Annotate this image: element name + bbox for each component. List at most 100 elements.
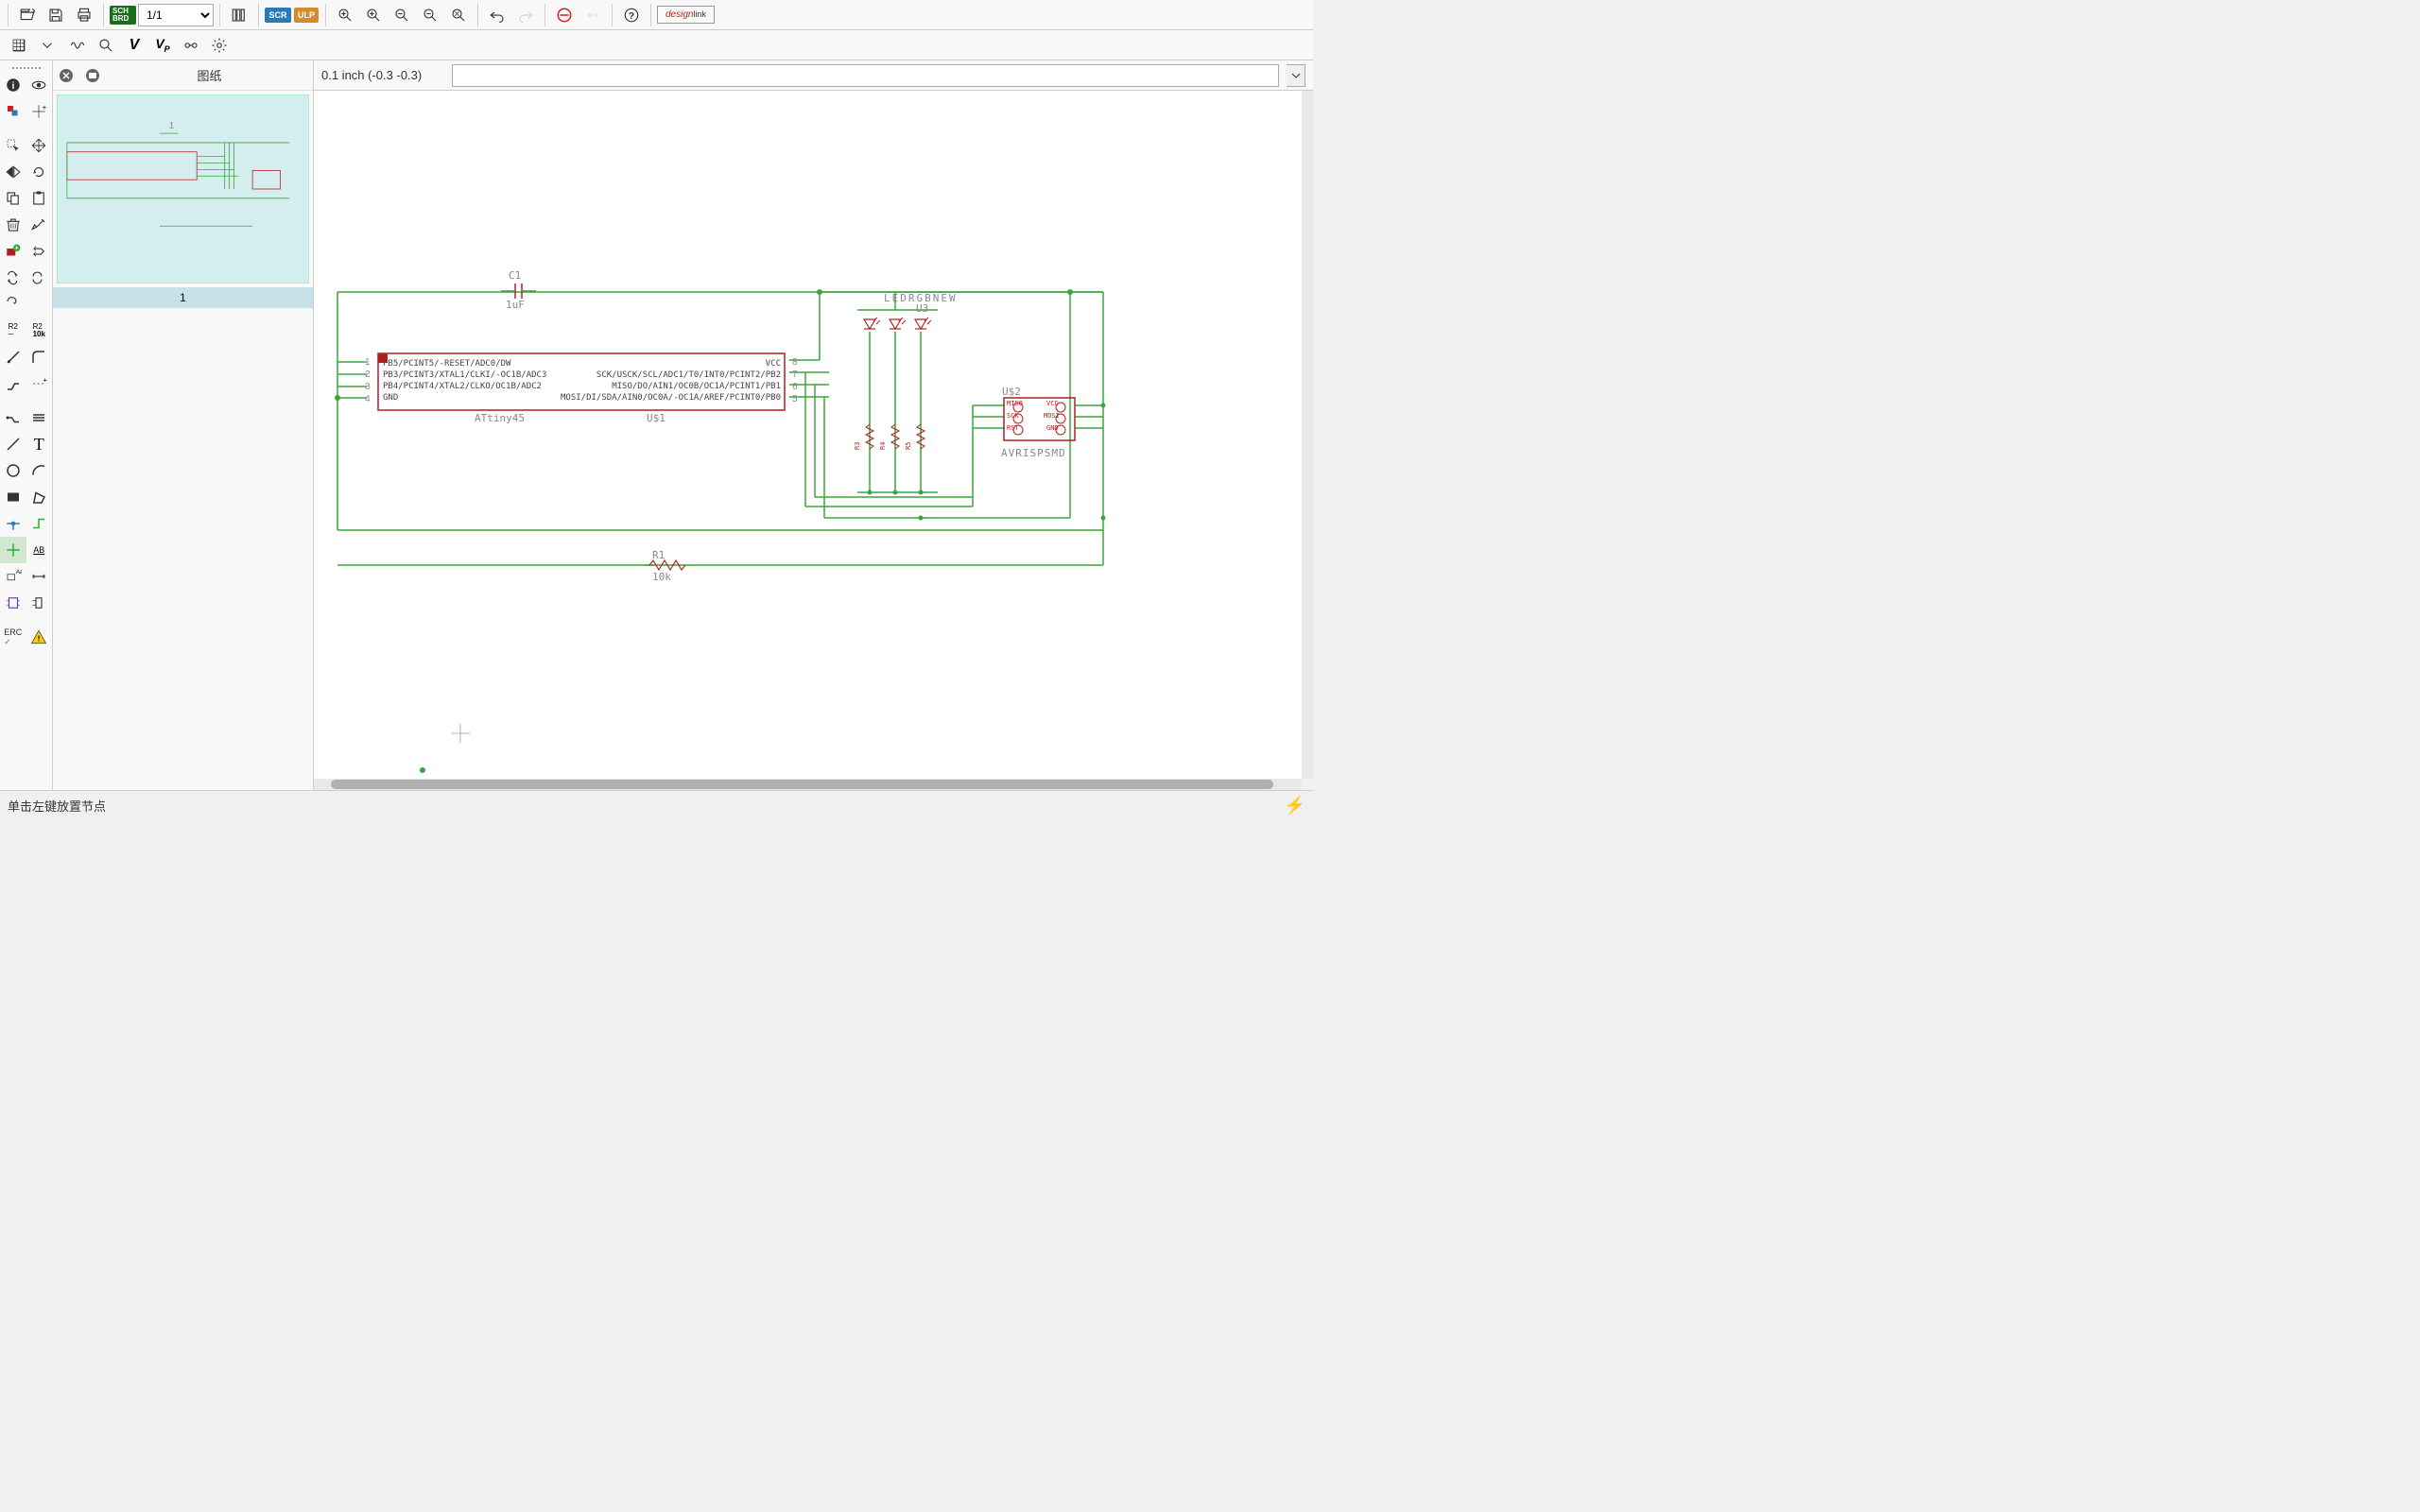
layer-tool[interactable]	[0, 98, 26, 125]
svg-text:7: 7	[792, 369, 798, 380]
zoom-fit-button[interactable]	[332, 2, 358, 28]
open-button[interactable]	[14, 2, 41, 28]
vp-button[interactable]: VP	[149, 32, 176, 59]
svg-text:PB3/PCINT3/XTAL1/CLKI/-OC1B/AD: PB3/PCINT3/XTAL1/CLKI/-OC1B/ADC3	[383, 370, 546, 380]
component-c1[interactable]: C1 1uF	[501, 269, 536, 311]
sheet-page-select[interactable]: 1/1	[138, 4, 214, 26]
stop-button[interactable]	[551, 2, 578, 28]
text-tool[interactable]: T	[26, 431, 53, 457]
command-input[interactable]	[452, 64, 1279, 87]
zoom-select-button[interactable]	[445, 2, 472, 28]
help-button[interactable]: ?	[618, 2, 645, 28]
attribute-tool[interactable]: Aa	[0, 563, 26, 590]
sheet-new-button[interactable]	[81, 64, 104, 87]
show-tool[interactable]	[26, 72, 53, 98]
component-r5[interactable]: R5	[905, 424, 925, 450]
replace-tool[interactable]	[0, 265, 26, 291]
dimension-tool[interactable]	[26, 563, 53, 590]
component-r3[interactable]: R3	[854, 424, 873, 450]
sheet-thumb-label[interactable]: 1	[53, 287, 313, 308]
vertical-scrollbar[interactable]	[1302, 91, 1313, 779]
add-tool[interactable]: +	[0, 238, 26, 265]
svg-text:MISO/DO/AIN1/OC0B/OC1A/PCINT1/: MISO/DO/AIN1/OC0B/OC1A/PCINT1/PB1	[612, 382, 781, 391]
port-tool[interactable]	[26, 590, 53, 616]
paste-tool[interactable]	[26, 185, 53, 212]
svg-text:GND: GND	[383, 393, 398, 403]
optimize-tool[interactable]: +	[26, 370, 53, 397]
library-button[interactable]	[226, 2, 252, 28]
zoom-in-button[interactable]	[360, 2, 387, 28]
pin-tool[interactable]	[0, 537, 26, 563]
schematic-canvas[interactable]: C1 1uF 1 2 3 4 8 7 6 5 PB5/PCINT5/-RESET…	[314, 91, 1302, 779]
component-r4[interactable]: R4	[879, 424, 899, 450]
pinswap-tool[interactable]	[26, 238, 53, 265]
board-switch-button[interactable]: SCH BRD	[110, 2, 136, 28]
grid-button[interactable]	[6, 32, 32, 59]
errors-tool[interactable]: !	[26, 624, 53, 650]
line-tool[interactable]	[0, 431, 26, 457]
sheet-close-button[interactable]	[55, 64, 78, 87]
scr-button[interactable]: SCR	[265, 2, 291, 28]
component-r1[interactable]: R1 10k	[649, 549, 685, 583]
svg-text:+: +	[14, 244, 19, 252]
horizontal-scrollbar[interactable]	[314, 779, 1302, 790]
smash-tool[interactable]	[0, 344, 26, 370]
svg-text:10k: 10k	[652, 571, 671, 583]
move-tool[interactable]	[0, 132, 26, 159]
svg-text:?: ?	[629, 9, 634, 21]
wave-button[interactable]	[64, 32, 91, 59]
svg-text:U3: U3	[916, 302, 928, 315]
settings-button[interactable]	[206, 32, 233, 59]
miter-tool[interactable]	[26, 344, 53, 370]
name-tool[interactable]: R2─	[0, 318, 26, 344]
go-button[interactable]	[579, 2, 606, 28]
config-button[interactable]	[178, 32, 204, 59]
component-ic[interactable]: 1 2 3 4 8 7 6 5 PB5/PCINT5/-RESET/ADC0/D…	[365, 353, 798, 424]
copy-tool[interactable]	[0, 185, 26, 212]
zoom-wave-button[interactable]	[93, 32, 119, 59]
v-button[interactable]: V	[121, 32, 147, 59]
undo-button[interactable]	[484, 2, 510, 28]
zoom-out-button[interactable]	[389, 2, 415, 28]
delete-tool[interactable]	[0, 212, 26, 238]
arc-tool[interactable]	[26, 457, 53, 484]
bus-tool[interactable]	[26, 404, 53, 431]
move-group-tool[interactable]	[26, 132, 53, 159]
ulp-button[interactable]: ULP	[293, 2, 320, 28]
value-tool[interactable]: R210k	[26, 318, 53, 344]
svg-text:6: 6	[792, 382, 798, 392]
rotate-tool[interactable]	[26, 159, 53, 185]
grid-dropdown[interactable]	[34, 32, 60, 59]
junction-tool[interactable]	[0, 510, 26, 537]
design-link-button[interactable]: designlink	[657, 6, 715, 24]
command-dropdown[interactable]	[1287, 64, 1305, 87]
module-tool[interactable]	[0, 590, 26, 616]
net-tool[interactable]	[0, 404, 26, 431]
split-tool[interactable]	[0, 370, 26, 397]
circle-tool[interactable]	[0, 457, 26, 484]
component-isp[interactable]: U$2 MISO VCC SCK MOSI RST GND AVRISPSMD	[1001, 386, 1075, 459]
gateswap-tool[interactable]	[26, 265, 53, 291]
redo-button[interactable]	[512, 2, 539, 28]
print-button[interactable]	[71, 2, 97, 28]
rect-tool[interactable]	[0, 484, 26, 510]
change-tool[interactable]	[26, 212, 53, 238]
save-button[interactable]	[43, 2, 69, 28]
erc-tool[interactable]: ERC✓	[0, 624, 26, 650]
polygon-tool[interactable]	[26, 484, 53, 510]
second-toolbar: V VP	[0, 30, 1313, 60]
sync-status-icon[interactable]: ⚡	[1285, 796, 1305, 816]
wire-tool[interactable]	[26, 510, 53, 537]
info-tool[interactable]: i	[0, 72, 26, 98]
svg-text:R5: R5	[905, 442, 912, 450]
zoom-redraw-button[interactable]	[417, 2, 443, 28]
mirror-tool[interactable]	[0, 159, 26, 185]
invoke-tool[interactable]	[0, 291, 26, 318]
svg-text:MISO: MISO	[1007, 400, 1023, 407]
sheet-thumbnail[interactable]: 1	[57, 94, 309, 284]
svg-text:SCK/USCK/SCL/ADC1/T0/INT0/PCIN: SCK/USCK/SCL/ADC1/T0/INT0/PCINT2/PB2	[596, 370, 781, 380]
svg-text:+: +	[43, 376, 48, 385]
origin-marker	[420, 767, 425, 773]
mark-tool[interactable]: +	[26, 98, 53, 125]
label-tool[interactable]: AB	[26, 537, 53, 563]
